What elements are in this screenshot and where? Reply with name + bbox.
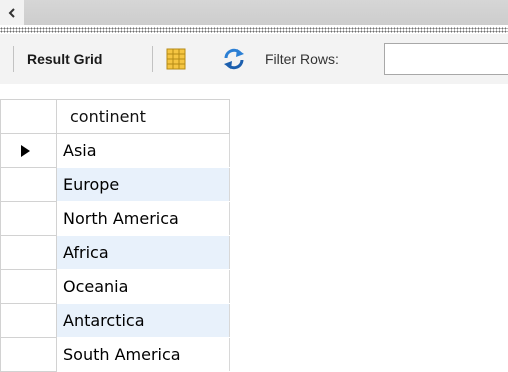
row-header[interactable] xyxy=(0,235,57,270)
row-header-corner[interactable] xyxy=(0,99,57,134)
row-header[interactable] xyxy=(0,269,57,304)
table-row[interactable]: Africa xyxy=(0,235,230,270)
grid-columns-icon[interactable] xyxy=(165,48,187,70)
toolbar-separator xyxy=(152,46,153,72)
table-cell[interactable]: Europe xyxy=(56,167,230,202)
row-header[interactable] xyxy=(0,337,57,372)
result-toolbar: Result Grid Filter Rows: xyxy=(0,34,508,84)
row-pointer-icon xyxy=(21,144,30,157)
splitter-handle[interactable] xyxy=(0,27,508,33)
table-row[interactable]: Asia xyxy=(0,133,230,168)
table-row[interactable]: Oceania xyxy=(0,269,230,304)
toolbar-separator xyxy=(13,46,14,72)
table-cell[interactable]: Asia xyxy=(56,133,230,168)
table-row[interactable]: South America xyxy=(0,337,230,372)
table-row[interactable]: North America xyxy=(0,201,230,236)
table-cell[interactable]: Antarctica xyxy=(56,303,230,338)
result-grid: continent Asia Europe North America Afri… xyxy=(0,99,230,372)
row-header[interactable] xyxy=(0,133,57,168)
row-header[interactable] xyxy=(0,167,57,202)
filter-rows-label: Filter Rows: xyxy=(265,51,339,67)
table-cell[interactable]: South America xyxy=(56,337,230,372)
chevron-left-icon xyxy=(8,7,15,18)
table-cell[interactable]: Oceania xyxy=(56,269,230,304)
scroll-left-button[interactable] xyxy=(0,0,24,25)
table-row[interactable]: Antarctica xyxy=(0,303,230,338)
header-row: continent xyxy=(0,99,230,134)
table-cell[interactable]: North America xyxy=(56,201,230,236)
horizontal-scrollbar[interactable] xyxy=(0,0,508,25)
table-cell[interactable]: Africa xyxy=(56,235,230,270)
refresh-icon[interactable] xyxy=(222,48,246,70)
column-header-continent[interactable]: continent xyxy=(56,99,230,134)
result-grid-tab[interactable]: Result Grid xyxy=(27,34,102,84)
row-header[interactable] xyxy=(0,201,57,236)
filter-rows-input[interactable] xyxy=(384,43,508,75)
row-header[interactable] xyxy=(0,303,57,338)
table-row[interactable]: Europe xyxy=(0,167,230,202)
